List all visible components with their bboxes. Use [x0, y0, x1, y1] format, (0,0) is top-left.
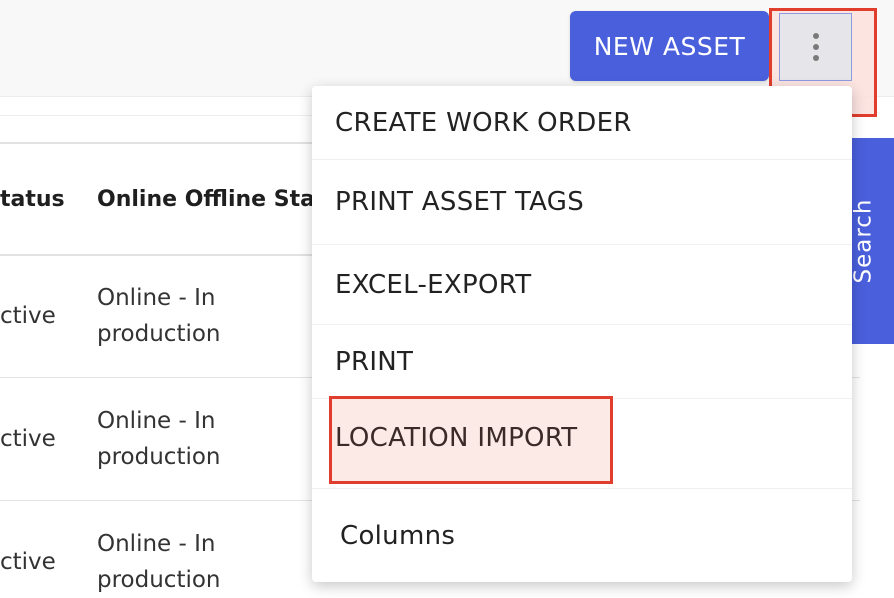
table-cell-online-status: Online - In production: [97, 408, 221, 470]
table-cell-status: ctive: [0, 426, 56, 452]
menu-item-print[interactable]: PRINT: [312, 325, 852, 399]
menu-item-excel-export[interactable]: EXCEL-EXPORT: [312, 245, 852, 325]
vertical-dots-icon: [812, 33, 819, 39]
more-options-button[interactable]: [779, 13, 852, 81]
column-header-online-offline-status[interactable]: Online Offline Sta: [97, 187, 315, 212]
search-side-tab-label: Search: [851, 198, 877, 284]
table-cell-status: ctive: [0, 549, 56, 575]
more-options-menu: CREATE WORK ORDER PRINT ASSET TAGS EXCEL…: [312, 86, 852, 582]
table-cell-online-status: Online - In production: [97, 285, 221, 347]
menu-item-print-asset-tags[interactable]: PRINT ASSET TAGS: [312, 160, 852, 245]
menu-item-location-import-label[interactable]: LOCATION IMPORT: [335, 423, 577, 453]
menu-item-columns[interactable]: Columns: [312, 489, 852, 582]
vertical-dots-icon-dot: [812, 44, 819, 50]
column-header-status[interactable]: tatus: [0, 187, 65, 212]
vertical-dots-icon-dot: [812, 55, 819, 61]
menu-item-create-work-order[interactable]: CREATE WORK ORDER: [312, 86, 852, 160]
table-cell-status: ctive: [0, 303, 56, 329]
table-cell-online-status: Online - In production: [97, 531, 221, 593]
new-asset-button[interactable]: NEW ASSET: [570, 11, 769, 81]
